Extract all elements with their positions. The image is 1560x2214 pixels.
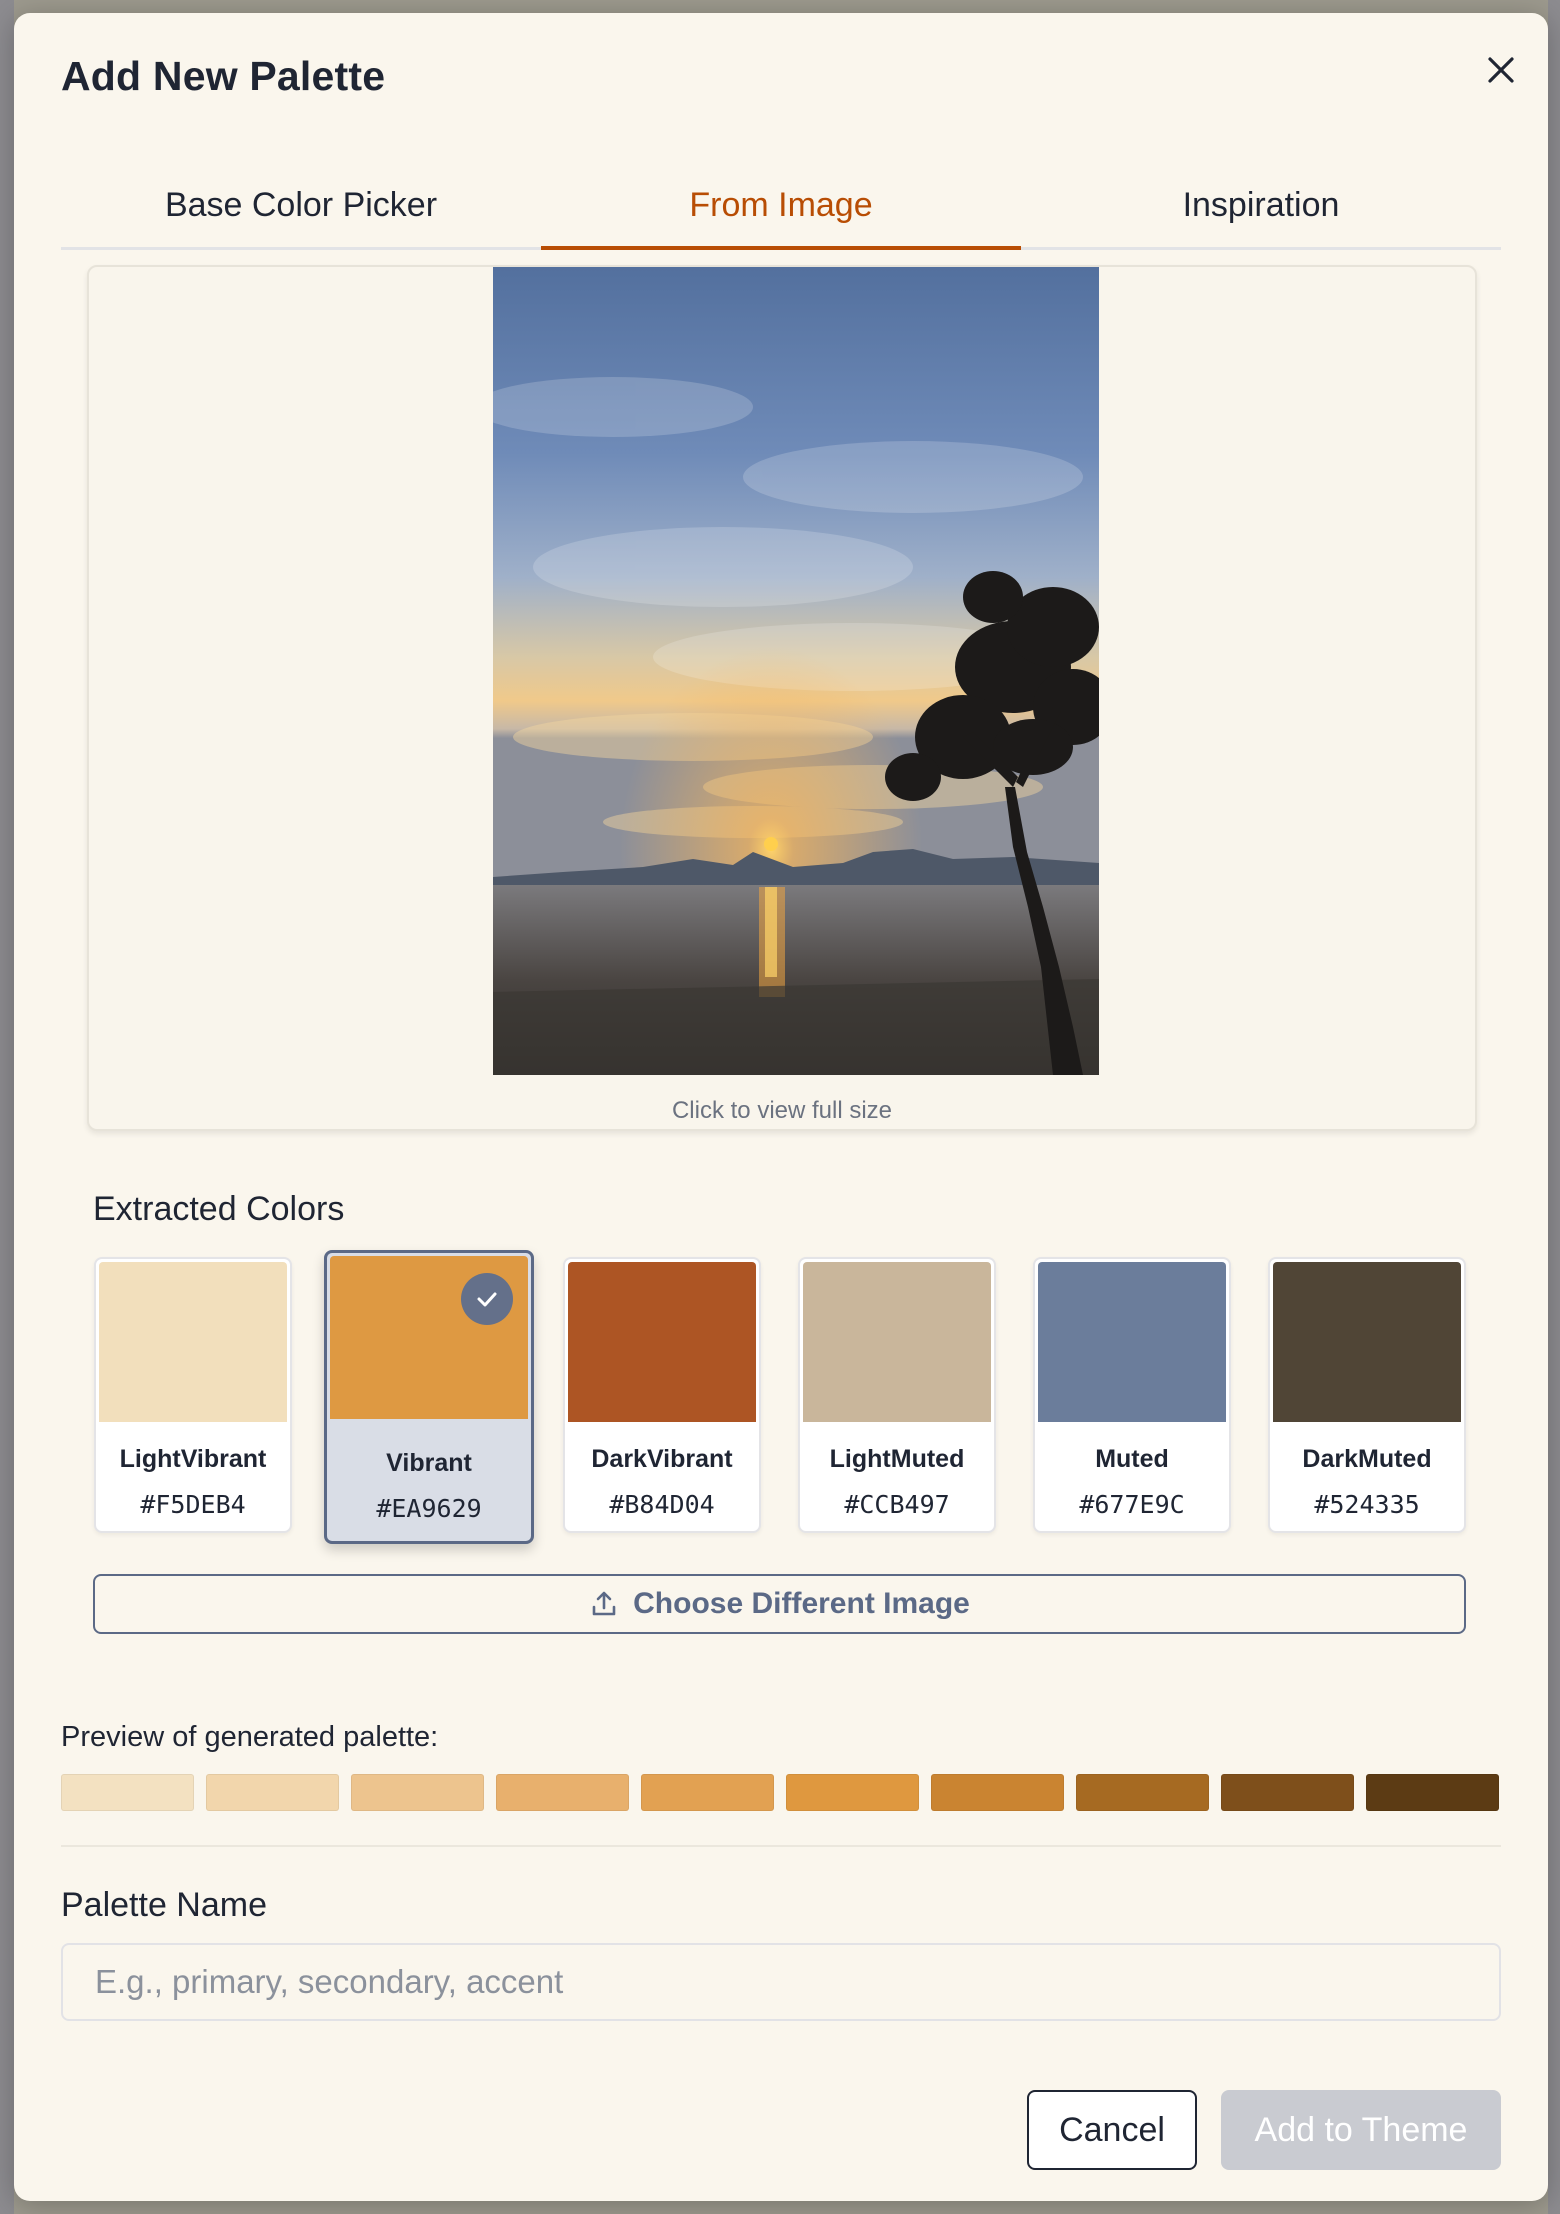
- palette-shade-6: [786, 1774, 919, 1811]
- choose-button-label: Choose Different Image: [633, 1587, 970, 1620]
- image-caption: Click to view full size: [671, 1097, 893, 1124]
- swatch-color-chip: [1038, 1262, 1226, 1422]
- swatch-hex: #B84D04: [609, 1490, 715, 1519]
- palette-shade-9: [1221, 1774, 1354, 1811]
- swatch-name: DarkVibrant: [591, 1445, 733, 1473]
- swatch-darkvibrant[interactable]: DarkVibrant #B84D04: [563, 1257, 761, 1533]
- swatch-hex: #CCB497: [844, 1490, 950, 1519]
- swatch-hex: #524335: [1314, 1490, 1420, 1519]
- sunset-photo: [493, 267, 1099, 1075]
- palette-shade-2: [206, 1774, 339, 1811]
- palette-name-input[interactable]: [61, 1943, 1501, 2021]
- choose-different-image-button[interactable]: Choose Different Image: [93, 1574, 1466, 1634]
- swatch-lightmuted[interactable]: LightMuted #CCB497: [798, 1257, 996, 1533]
- swatch-name: Vibrant: [386, 1449, 472, 1477]
- tab-from-image[interactable]: From Image: [541, 163, 1021, 250]
- tab-base-color-picker[interactable]: Base Color Picker: [61, 163, 541, 247]
- check-icon: [461, 1273, 513, 1325]
- tab-inspiration[interactable]: Inspiration: [1021, 163, 1501, 247]
- swatch-color-chip: [803, 1262, 991, 1422]
- swatch-color-chip: [1273, 1262, 1461, 1422]
- palette-name-label: Palette Name: [61, 1886, 267, 1924]
- dialog-title: Add New Palette: [61, 53, 386, 99]
- swatch-hex: #EA9629: [376, 1494, 482, 1523]
- image-preview-card: Click to view full size: [87, 265, 1477, 1131]
- add-palette-dialog: Add New Palette Base Color Picker From I…: [14, 13, 1548, 2201]
- swatch-name: LightVibrant: [119, 1445, 267, 1473]
- tab-bar: Base Color Picker From Image Inspiration: [61, 163, 1501, 250]
- uploaded-image[interactable]: [493, 267, 1099, 1075]
- background-edge-left: [0, 0, 14, 2214]
- palette-shade-8: [1076, 1774, 1209, 1811]
- background-edge-right: [1548, 0, 1560, 2214]
- section-divider: [61, 1845, 1501, 1847]
- swatch-name: LightMuted: [829, 1445, 965, 1473]
- swatch-hex: #677E9C: [1079, 1490, 1185, 1519]
- palette-shade-7: [931, 1774, 1064, 1811]
- swatch-muted[interactable]: Muted #677E9C: [1033, 1257, 1231, 1533]
- preview-label: Preview of generated palette:: [61, 1721, 439, 1753]
- swatch-darkmuted[interactable]: DarkMuted #524335: [1268, 1257, 1466, 1533]
- add-to-theme-button[interactable]: Add to Theme: [1221, 2090, 1501, 2170]
- swatch-vibrant[interactable]: Vibrant #EA9629: [324, 1250, 534, 1544]
- palette-shade-3: [351, 1774, 484, 1811]
- upload-icon: [592, 1591, 616, 1616]
- swatch-name: DarkMuted: [1302, 1445, 1432, 1473]
- swatch-lightvibrant[interactable]: LightVibrant #F5DEB4: [94, 1257, 292, 1533]
- palette-shade-5: [641, 1774, 774, 1811]
- swatch-name: Muted: [1095, 1445, 1169, 1473]
- palette-shade-1: [61, 1774, 194, 1811]
- close-icon: [1488, 57, 1514, 83]
- extracted-colors-label: Extracted Colors: [93, 1190, 345, 1228]
- cancel-button[interactable]: Cancel: [1027, 2090, 1197, 2170]
- swatch-color-chip: [568, 1262, 756, 1422]
- close-button[interactable]: [1471, 40, 1531, 100]
- palette-shade-4: [496, 1774, 629, 1811]
- palette-shade-10: [1366, 1774, 1499, 1811]
- swatch-hex: #F5DEB4: [140, 1490, 246, 1519]
- swatch-color-chip: [99, 1262, 287, 1422]
